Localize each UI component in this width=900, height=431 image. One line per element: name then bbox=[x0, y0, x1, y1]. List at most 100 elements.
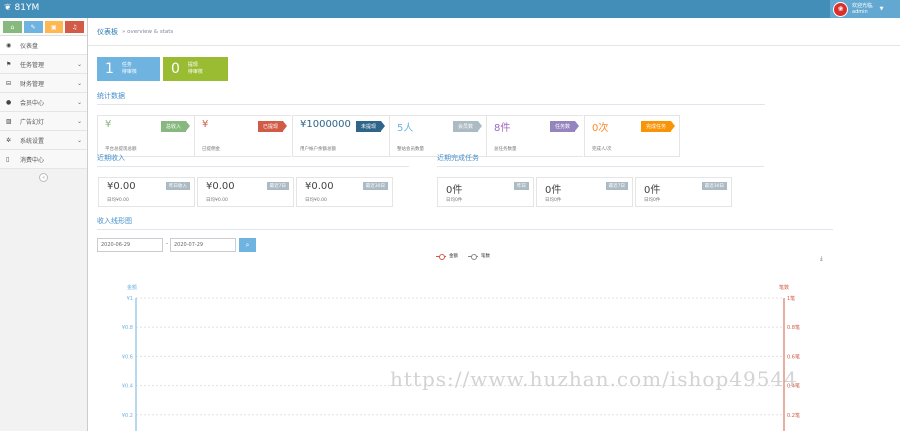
task-value: 0件 bbox=[644, 185, 661, 196]
download-icon[interactable]: ⤓ bbox=[820, 255, 823, 263]
home-icon: ⌂ bbox=[10, 23, 15, 31]
sidebar: ⌂ ✎ ▣ ♫ ◉ 仪表盘 ⚑ 任务管理 ⌄ ⊟ 财务管理 ⌄ ● 会员中心 ⌄ ▨ 广告幻灯 ⌄ ✲ 系统设置 ⌄ ▯… bbox=[0, 18, 88, 431]
stat-value: 5人 bbox=[397, 123, 414, 134]
pending-title: 提现 bbox=[187, 62, 198, 68]
income-desc: 日均¥0.00 bbox=[206, 198, 228, 203]
brand[interactable]: ❦ 81YM bbox=[4, 3, 39, 13]
stat-desc: 整站会员数量 bbox=[397, 147, 424, 152]
pencil-icon: ✎ bbox=[30, 23, 36, 31]
y-right-tick: 0.2笔 bbox=[787, 412, 800, 419]
picture-icon: ▨ bbox=[6, 117, 12, 125]
stat-desc: 完成人/次 bbox=[592, 147, 612, 152]
pending-tasks-box[interactable]: 1 任务 待审核 bbox=[97, 57, 160, 81]
sidebar-item-6[interactable]: ▯ 消费中心 bbox=[0, 150, 87, 169]
pending-title: 任务 bbox=[121, 62, 132, 68]
sidebar-item-4[interactable]: ▨ 广告幻灯 ⌄ bbox=[0, 112, 87, 131]
shortcut-button-3[interactable]: ♫ bbox=[65, 21, 84, 33]
pending-count: 0 bbox=[171, 61, 180, 77]
income-box: ¥0.00 日均¥0.00 最近30日 bbox=[296, 177, 393, 207]
task-box: 0件 日均0件 最近7日 bbox=[536, 177, 633, 207]
legend-item-count[interactable]: 笔数 bbox=[468, 253, 490, 260]
avatar: ❀ bbox=[833, 1, 848, 17]
page-title: 仪表板 bbox=[97, 27, 118, 36]
pending-sub: 待审核 bbox=[121, 69, 137, 75]
sidebar-shortcuts: ⌂ ✎ ▣ ♫ bbox=[0, 18, 87, 36]
stat-box: ¥1000000 用户帐户余额总额 未提现 bbox=[292, 115, 389, 157]
income-desc: 日均¥0.00 bbox=[305, 198, 327, 203]
chevron-down-icon: ⌄ bbox=[76, 136, 82, 144]
top-navbar: ❦ 81YM ❀ 欢迎光临, admin ▼ bbox=[0, 0, 900, 18]
income-line-chart: 金额 笔数¥1 1笔¥0.8 0.8笔¥0.6 0.6笔¥0.4 0.4笔¥0.2 0.2笔… bbox=[122, 284, 800, 431]
start-date-input[interactable]: 2020-06-29 bbox=[97, 238, 163, 252]
sidebar-item-1[interactable]: ⚑ 任务管理 ⌄ bbox=[0, 55, 87, 74]
sidebar-item-label: 会员中心 bbox=[20, 99, 45, 107]
stat-tag: 已提现 bbox=[257, 121, 288, 132]
caret-down-icon: ▼ bbox=[879, 6, 884, 12]
brand-name: 81YM bbox=[14, 3, 40, 13]
sidebar-item-0[interactable]: ◉ 仪表盘 bbox=[0, 36, 87, 55]
shortcut-button-2[interactable]: ▣ bbox=[44, 21, 64, 33]
y-right-tick: 1笔 bbox=[787, 295, 795, 302]
task-value: 0件 bbox=[545, 185, 562, 196]
bell-icon: ♫ bbox=[71, 23, 78, 31]
section-tasks-title: 近期完成任务 bbox=[437, 153, 764, 167]
income-tag: 最近30日 bbox=[362, 182, 388, 190]
user-info: 欢迎光临, admin bbox=[852, 3, 874, 15]
stat-value: ¥ bbox=[202, 119, 209, 130]
stat-tag: 任务数 bbox=[549, 121, 580, 132]
chevron-down-icon: ⌄ bbox=[76, 117, 82, 125]
legend-item-amount[interactable]: 金额 bbox=[436, 253, 458, 260]
task-desc: 日均0件 bbox=[545, 198, 562, 203]
gear-icon: ✲ bbox=[6, 136, 12, 144]
stat-tag: 总收入 bbox=[160, 121, 191, 132]
stat-desc: 已提佣金 bbox=[202, 147, 220, 152]
sidebar-item-label: 任务管理 bbox=[20, 61, 45, 69]
chevron-down-icon: ⌄ bbox=[76, 98, 82, 106]
sidebar-item-3[interactable]: ● 会员中心 ⌄ bbox=[0, 93, 87, 112]
section-income-title: 近期收入 bbox=[97, 153, 409, 167]
page-header: 仪表板 » overview & stats bbox=[88, 18, 900, 46]
sidebar-nav: ◉ 仪表盘 ⚑ 任务管理 ⌄ ⊟ 财务管理 ⌄ ● 会员中心 ⌄ ▨ 广告幻灯 ⌄ ✲ 系统设置 ⌄ ▯ 消费中心 bbox=[0, 36, 87, 169]
legend-label: 笔数 bbox=[481, 254, 490, 259]
income-box: ¥0.00 日均¥0.00 最近7日 bbox=[197, 177, 294, 207]
stat-box: 5人 整站会员数量 会员数 bbox=[389, 115, 486, 157]
watermark: https://www.huzhan.com/ishop49544 bbox=[390, 367, 798, 391]
pending-count: 1 bbox=[105, 61, 114, 77]
legend-label: 金额 bbox=[449, 254, 458, 259]
task-tag: 昨日 bbox=[514, 182, 529, 190]
search-button[interactable]: ⌕ bbox=[239, 238, 256, 252]
stat-value: 0次 bbox=[592, 123, 609, 134]
sidebar-item-label: 消费中心 bbox=[20, 156, 45, 164]
sidebar-item-5[interactable]: ✲ 系统设置 ⌄ bbox=[0, 131, 87, 150]
sidebar-item-label: 财务管理 bbox=[20, 80, 45, 88]
dashboard-icon: ◉ bbox=[6, 41, 12, 49]
shortcut-button-1[interactable]: ✎ bbox=[23, 21, 43, 33]
y-left-tick: ¥0.2 bbox=[122, 413, 133, 419]
bookmark-icon: ▯ bbox=[6, 155, 10, 163]
sidebar-item-label: 系统设置 bbox=[20, 137, 45, 145]
stat-value: ¥1000000 bbox=[300, 119, 351, 130]
income-value: ¥0.00 bbox=[305, 181, 334, 192]
end-date-input[interactable]: 2020-07-29 bbox=[170, 238, 236, 252]
shortcut-button-0[interactable]: ⌂ bbox=[3, 21, 22, 33]
stat-desc: 平台总提现总额 bbox=[105, 147, 137, 152]
stat-desc: 用户帐户余额总额 bbox=[300, 147, 336, 152]
wallet-icon: ⊟ bbox=[6, 79, 12, 87]
sidebar-item-2[interactable]: ⊟ 财务管理 ⌄ bbox=[0, 74, 87, 93]
chevron-down-icon: ⌄ bbox=[76, 79, 82, 87]
section-stats-title: 统计数据 bbox=[97, 91, 765, 105]
user-icon: ● bbox=[6, 98, 12, 106]
stat-desc: 总任务数量 bbox=[494, 147, 517, 152]
sidebar-collapse-icon[interactable]: « bbox=[39, 173, 48, 182]
sidebar-item-label: 仪表盘 bbox=[20, 42, 39, 50]
y-left-tick: ¥0.8 bbox=[122, 325, 133, 331]
page-subtitle: » overview & stats bbox=[122, 28, 174, 35]
y-right-tick: 0.6笔 bbox=[787, 353, 800, 360]
leaf-icon: ❦ bbox=[4, 3, 12, 13]
user-menu[interactable]: ❀ 欢迎光临, admin ▼ bbox=[830, 0, 900, 18]
income-tag: 昨日收入 bbox=[166, 182, 190, 190]
y-right-tick: 0.8笔 bbox=[787, 324, 800, 331]
income-box: ¥0.00 日均¥0.00 昨日收入 bbox=[98, 177, 195, 207]
flag-icon: ⚑ bbox=[6, 60, 12, 68]
pending-withdraw-box[interactable]: 0 提现 待审核 bbox=[163, 57, 228, 81]
